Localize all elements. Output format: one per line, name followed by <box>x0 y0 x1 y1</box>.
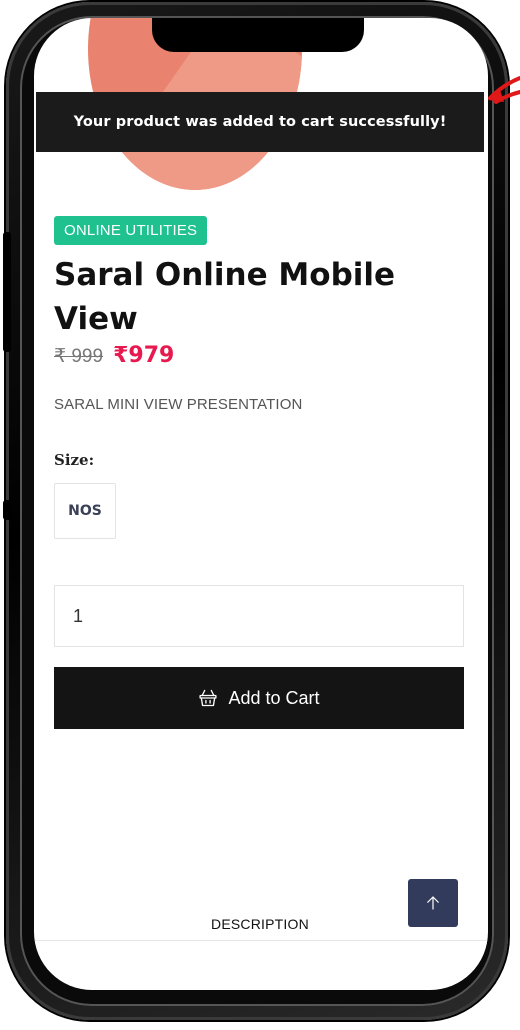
size-option-nos[interactable]: NOS <box>54 483 116 539</box>
product-subtitle: SARAL MINI VIEW PRESENTATION <box>54 396 303 413</box>
product-title: Saral Online Mobile View <box>54 253 466 341</box>
added-to-cart-toast: Your product was added to cart successfu… <box>36 92 484 152</box>
original-price: ₹ 999 <box>54 346 104 367</box>
size-option-label: NOS <box>68 503 102 519</box>
scroll-to-top-button[interactable] <box>408 879 458 927</box>
add-to-cart-button[interactable]: Add to Cart <box>54 667 464 729</box>
product-title-line-2: View <box>54 301 138 337</box>
basket-icon <box>199 689 218 707</box>
category-badge[interactable]: ONLINE UTILITIES <box>54 216 208 245</box>
add-to-cart-label: Add to Cart <box>228 687 320 708</box>
sale-price: ₹979 <box>113 343 175 368</box>
quantity-input[interactable] <box>54 585 464 647</box>
product-details: ONLINE UTILITIES Saral Online Mobile Vie… <box>54 216 466 729</box>
phone-side-button-bottom <box>3 500 11 520</box>
size-label: Size: <box>54 451 95 469</box>
phone-side-button-top <box>3 232 11 352</box>
phone-notch <box>152 18 364 52</box>
phone-screen: Your product was added to cart successfu… <box>34 18 488 990</box>
stage: Your product was added to cart successfu… <box>0 0 520 1030</box>
annotation-arrow-icon <box>488 76 520 104</box>
product-title-line-1: Saral Online Mobile <box>54 257 396 293</box>
tab-divider <box>34 940 488 941</box>
toast-message: Your product was added to cart successfu… <box>73 114 447 130</box>
arrow-up-icon <box>427 896 439 910</box>
price-row: ₹ 999 ₹979 <box>54 343 466 368</box>
